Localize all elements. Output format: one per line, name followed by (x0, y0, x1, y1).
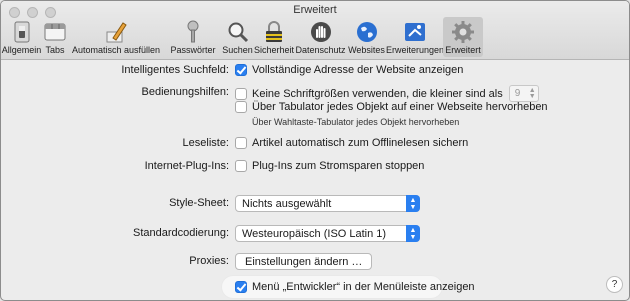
advanced-settings-pane: Intelligentes Suchfeld: Vollständige Adr… (1, 60, 629, 300)
style-sheet-popup[interactable]: Nichts ausgewählt ▲ ▼ (235, 195, 420, 212)
tab-highlight-hint: Über Wahltaste-Tabulator jedes Objekt he… (252, 117, 460, 127)
proxies-settings-button[interactable]: Einstellungen ändern … (235, 253, 373, 270)
style-sheet-value: Nichts ausgewählt (242, 197, 332, 210)
tab-tabs[interactable]: Tabs (42, 17, 68, 57)
tab-passwoerter[interactable]: Passwörter (164, 17, 222, 57)
key-icon (180, 19, 206, 45)
reading-list-label: Leseliste: (182, 137, 229, 149)
develop-menu-option[interactable]: Menü „Entwickler“ in der Menüleiste anze… (235, 281, 475, 293)
chevron-updown-icon: ▲ ▼ (406, 225, 420, 242)
encoding-popup[interactable]: Westeuropäisch (ISO Latin 1) ▲ ▼ (235, 225, 420, 242)
plugins-option[interactable]: Plug-Ins zum Stromsparen stoppen (235, 160, 424, 172)
tab-highlight-checkbox[interactable] (235, 101, 247, 113)
tab-automatisch-ausfuellen[interactable]: Automatisch ausfüllen (68, 17, 164, 57)
magnifier-icon (225, 19, 251, 45)
plugins-text: Plug-Ins zum Stromsparen stoppen (252, 160, 425, 172)
plugins-checkbox[interactable] (235, 160, 247, 172)
puzzle-icon (402, 19, 428, 45)
tab-suchen[interactable]: Suchen (222, 17, 253, 57)
min-font-size-select[interactable]: 9 ▲ ▼ (508, 85, 540, 102)
chevron-updown-icon: ▲ ▼ (406, 195, 420, 212)
proxies-label: Proxies: (189, 255, 229, 267)
reading-list-option[interactable]: Artikel automatisch zum Offlinelesen sic… (235, 137, 468, 149)
encoding-label: Standardcodierung: (132, 227, 229, 239)
tabs-icon (42, 19, 68, 45)
tab-allgemein[interactable]: Allgemein (1, 17, 42, 57)
lock-icon (261, 19, 287, 45)
reading-list-text: Artikel automatisch zum Offlinelesen sic… (252, 137, 469, 149)
smart-search-option-text: Vollständige Adresse der Website anzeige… (252, 64, 464, 76)
develop-menu-text: Menü „Entwickler“ in der Menüleiste anze… (252, 281, 475, 293)
chevron-updown-icon: ▲ ▼ (528, 86, 536, 100)
encoding-value: Westeuropäisch (ISO Latin 1) (242, 227, 387, 240)
pencil-icon (103, 19, 129, 45)
min-font-size-checkbox[interactable] (235, 87, 247, 100)
tab-sicherheit[interactable]: Sicherheit (253, 17, 295, 57)
style-sheet-label: Style-Sheet: (169, 197, 229, 209)
tab-highlight-text: Über Tabulator jedes Objekt auf einer We… (252, 101, 548, 113)
title-bar: Erweitert Allgemein Tabs Automatisch aus… (1, 1, 629, 60)
plugins-label: Internet-Plug-Ins: (144, 160, 229, 172)
tab-erweitert[interactable]: Erweitert (443, 17, 483, 57)
preferences-toolbar: Allgemein Tabs Automatisch ausfüllen Pas… (1, 17, 483, 57)
smart-search-checkbox[interactable] (235, 64, 247, 76)
reading-list-checkbox[interactable] (235, 137, 247, 149)
accessibility-label: Bedienungshilfen: (141, 86, 229, 98)
hand-icon (308, 19, 334, 45)
switch-icon (9, 19, 35, 45)
tab-websites[interactable]: Websites (346, 17, 387, 57)
gear-icon (450, 19, 476, 45)
tab-highlight-option[interactable]: Über Tabulator jedes Objekt auf einer We… (235, 101, 548, 113)
tab-datenschutz[interactable]: Datenschutz (295, 17, 346, 57)
globe-icon (354, 19, 380, 45)
develop-menu-checkbox[interactable] (235, 281, 247, 293)
smart-search-option[interactable]: Vollständige Adresse der Website anzeige… (235, 64, 463, 76)
help-button[interactable]: ? (606, 276, 623, 293)
smart-search-label: Intelligentes Suchfeld: (121, 64, 229, 76)
tab-erweiterungen[interactable]: Erweiterungen (386, 17, 444, 57)
preferences-window: Erweitert Allgemein Tabs Automatisch aus… (0, 0, 630, 301)
min-font-size-option[interactable]: Keine Schriftgrößen verwenden, die klein… (235, 85, 540, 102)
min-font-size-text: Keine Schriftgrößen verwenden, die klein… (252, 87, 503, 100)
window-title: Erweitert (293, 4, 337, 16)
min-font-size-value: 9 (514, 88, 521, 99)
